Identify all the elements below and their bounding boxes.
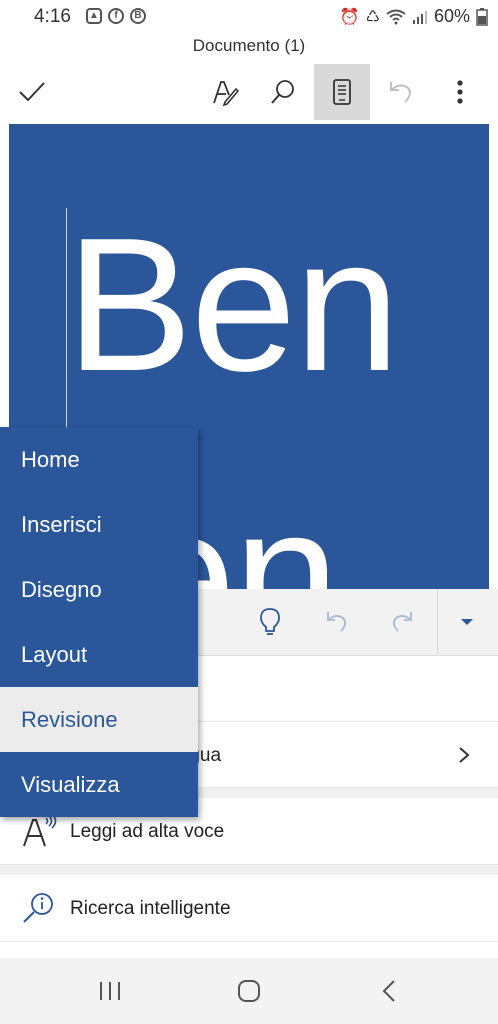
tab-insert[interactable]: Inserisci [0,492,198,557]
search-icon [271,80,294,104]
pen-icon [213,81,239,106]
mobile-view-button[interactable] [314,64,370,120]
command-redo-button[interactable] [373,589,433,655]
lightbulb-icon [260,608,280,635]
recent-apps-button[interactable] [80,968,140,1014]
home-button[interactable] [219,968,279,1014]
command-undo-button[interactable] [306,589,366,655]
status-time: 4:16 [34,6,71,27]
tab-view[interactable]: Visualizza [0,752,198,817]
ribbon-tab-menu: Home Inserisci Disegno Layout Revisione … [0,427,198,817]
b-app-icon: B [130,8,146,24]
document-title: Documento (1) [192,36,306,55]
mobile-view-icon [333,79,351,105]
system-navigation-bar [0,958,498,1024]
home-icon [238,980,260,1002]
alarm-icon: ⏰ [339,8,360,26]
collapse-ribbon-button[interactable] [437,589,497,655]
recycle-icon: ♺ [365,8,380,26]
search-button[interactable] [255,64,311,120]
more-options-button[interactable] [432,64,488,120]
redo-icon [393,612,412,632]
list-item-label: Leggi ad alta voce [70,821,225,842]
image-notification-icon: ▲ [86,8,102,24]
tab-layout[interactable]: Layout [0,622,198,687]
wifi-icon [386,9,406,24]
signal-icon [412,10,427,24]
top-toolbar [0,64,498,122]
status-notification-icons: ▲ f B [86,8,146,24]
draw-button[interactable] [197,64,253,120]
battery-percent: 60% [433,6,470,26]
status-system-icons: ⏰ ♺ 60% [340,6,488,27]
tab-draw[interactable]: Disegno [0,557,198,622]
check-icon [19,82,45,102]
caret-down-icon [461,619,473,625]
list-item-smart-lookup[interactable]: Ricerca intelligente [0,875,498,942]
tab-home[interactable]: Home [0,427,198,492]
list-item-label: Ricerca intelligente [70,898,231,919]
status-bar: 4:16 ▲ f B ⏰ ♺ 60% [0,0,498,34]
undo-icon [390,82,411,103]
done-button[interactable] [4,64,60,120]
smart-lookup-icon [23,893,53,923]
command-divider [437,589,438,655]
battery-icon [476,7,488,26]
back-button[interactable] [359,968,419,1014]
undo-button[interactable] [372,64,428,120]
undo-icon [327,612,346,632]
recent-apps-icon [100,982,120,1000]
list-gap [0,865,498,875]
chevron-right-icon [459,747,470,763]
more-icon [457,80,463,104]
facebook-icon: f [108,8,124,24]
ideas-button[interactable] [240,589,300,655]
back-icon [382,980,395,1002]
tab-review[interactable]: Revisione [0,687,198,752]
read-aloud-icon [23,814,57,847]
